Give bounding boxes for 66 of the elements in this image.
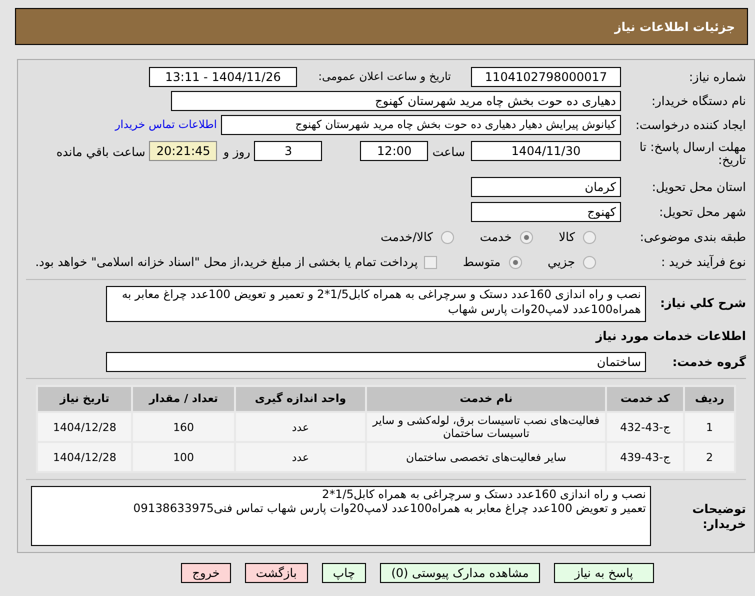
- field-label: شهر محل تحویل:: [658, 204, 746, 221]
- table-cell: عدد: [234, 442, 366, 472]
- text-field[interactable]: 1404/11/26 - 13:11: [149, 67, 297, 87]
- field-label: کالا: [558, 229, 575, 246]
- action-button[interactable]: پاسخ به نیاز: [554, 563, 654, 583]
- page-header: جزئیات اطلاعات نیاز: [15, 8, 748, 45]
- field-label: استان محل تحویل:: [650, 179, 746, 196]
- column-header: واحد اندازه گیری: [234, 386, 366, 412]
- section-title: اطلاعات خدمات مورد نیاز: [594, 328, 746, 345]
- action-button[interactable]: بازگشت: [244, 563, 308, 583]
- payment-note: پرداخت تمام یا بخشی از مبلغ خرید،از محل "اسناد خزانه اسلامی" خواهد بود.: [35, 254, 418, 271]
- field-label: خدمت: [480, 229, 512, 246]
- text-field[interactable]: ساختمان: [106, 352, 646, 372]
- radio-button[interactable]: [508, 256, 522, 268]
- buyer-contact-link[interactable]: اطلاعات تماس خریدار: [115, 116, 217, 134]
- checkbox[interactable]: [424, 256, 437, 268]
- table-cell: سایر فعالیت‌های تخصصی ساختمان: [366, 442, 606, 472]
- field-label: گروه خدمت:: [671, 354, 746, 371]
- action-button[interactable]: خروج: [181, 563, 231, 583]
- table-cell: فعالیت‌های نصب تاسیسات برق، لوله‌کشی و سایر تاسیسات ساختمان: [366, 412, 606, 442]
- table-cell: ج-43-432: [606, 412, 684, 442]
- radio-button[interactable]: [583, 230, 596, 244]
- text-field[interactable]: 1404/11/30: [471, 141, 621, 161]
- field-label: طبقه بندی موضوعی:: [638, 229, 746, 246]
- field-label: ایجاد کننده درخواست:: [634, 117, 746, 134]
- column-header: تعداد / مقدار: [132, 386, 235, 412]
- radio-button[interactable]: [520, 230, 533, 244]
- table-cell: 160: [132, 412, 235, 442]
- text-field[interactable]: کهنوج: [471, 202, 621, 222]
- table-cell: 1404/12/28: [37, 412, 132, 442]
- column-header: نام خدمت: [366, 386, 606, 412]
- field-label: نام دستگاه خریدار:: [650, 93, 746, 110]
- column-header: ردیف: [684, 386, 735, 412]
- field-label: تاریخ و ساعت اعلان عمومی:: [317, 68, 451, 85]
- text-field[interactable]: 12:00: [360, 141, 428, 161]
- table-cell: 2: [684, 442, 735, 472]
- countdown-timer: 20:21:45: [149, 141, 218, 161]
- field-label: نوع فرآیند خرید :: [660, 254, 746, 271]
- action-button[interactable]: چاپ: [322, 563, 366, 583]
- radio-button[interactable]: [583, 256, 596, 268]
- text-field[interactable]: دهیاری ده حوت بخش چاه مرید شهرستان کهنوج: [171, 91, 621, 111]
- field-label: ساعت باقي مانده: [56, 144, 146, 161]
- buyer-notes-textarea[interactable]: نصب و راه اندازی 160عدد دستک و سرچراغی به همراه کابل1/5*2 تعمیر و تعویض 100عدد چراغ معابر به همراه100عدد لامپ20وات پارس شهاب تماس فنی09138633975: [31, 486, 651, 546]
- column-header: کد خدمت: [606, 386, 684, 412]
- field-label: جزیي: [548, 254, 575, 271]
- field-label: مهلت ارسال پاسخ: تا تاریخ:: [638, 141, 746, 167]
- field-label: شماره نیاز:: [688, 69, 746, 86]
- table-cell: 1: [684, 412, 735, 442]
- table-cell: عدد: [234, 412, 366, 442]
- field-label: کالا/خدمت: [380, 229, 433, 246]
- field-label: روز و: [223, 144, 250, 161]
- column-header: تاریخ نیاز: [37, 386, 132, 412]
- table-cell: 100: [132, 442, 235, 472]
- table-cell: 1404/12/28: [37, 442, 132, 472]
- field-label: ساعت: [432, 144, 465, 161]
- field-label: شرح کلي نیاز:: [659, 295, 746, 312]
- text-field[interactable]: کیانوش پیرایش دهیار دهیاری ده حوت بخش چاه مرید شهرستان کهنوج: [221, 115, 621, 135]
- text-field[interactable]: 1104102798000017: [471, 67, 621, 87]
- text-field[interactable]: کرمان: [471, 177, 621, 197]
- action-button[interactable]: مشاهده مدارک پیوستی (0): [380, 563, 540, 583]
- field-label: متوسط: [462, 254, 501, 271]
- text-field[interactable]: 3: [254, 141, 322, 161]
- table-cell: ج-43-439: [606, 442, 684, 472]
- radio-button[interactable]: [440, 230, 454, 244]
- summary-textarea[interactable]: نصب و راه اندازی 160عدد دستک و سرچراغی به همراه کابل1/5*2 و تعمیر و تعویض 100عدد چراغ معابر به همراه100عدد لامپ20وات پارس شهاب: [106, 286, 646, 322]
- field-label: توضیحات خریدار:: [691, 502, 746, 532]
